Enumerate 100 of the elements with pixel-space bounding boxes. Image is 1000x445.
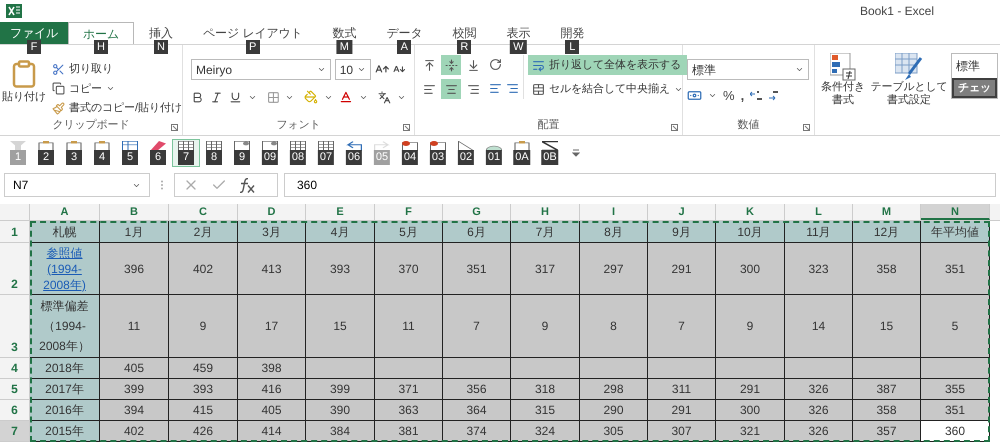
table-cell[interactable]: 381 bbox=[375, 421, 443, 442]
table-cell[interactable]: 393 bbox=[169, 379, 238, 400]
column-header[interactable]: L bbox=[785, 204, 853, 220]
table-cell[interactable] bbox=[921, 358, 990, 379]
column-header[interactable]: I bbox=[580, 204, 648, 220]
table-cell[interactable]: 390 bbox=[306, 400, 375, 421]
table-cell[interactable]: 標準偏差（1994-2008年） bbox=[30, 295, 100, 358]
table-cell[interactable]: 11 bbox=[375, 295, 443, 358]
table-cell[interactable]: 298 bbox=[580, 379, 648, 400]
table-cell[interactable]: 14 bbox=[785, 295, 853, 358]
table-cell[interactable]: 12月 bbox=[853, 221, 921, 243]
font-color-icon[interactable] bbox=[339, 90, 354, 104]
row-header[interactable]: 3 bbox=[0, 295, 30, 358]
table-cell[interactable]: 6月 bbox=[443, 221, 511, 243]
table-cell[interactable]: 307 bbox=[648, 421, 716, 442]
table-cell[interactable]: 7月 bbox=[511, 221, 580, 243]
table-cell[interactable]: 9月 bbox=[648, 221, 716, 243]
table-cell[interactable]: 9 bbox=[511, 295, 580, 358]
table-cell[interactable]: 405 bbox=[100, 358, 169, 379]
copy-button[interactable]: コピー bbox=[52, 80, 182, 97]
column-header[interactable]: A bbox=[30, 204, 100, 220]
table-cell[interactable]: 351 bbox=[443, 243, 511, 295]
table-cell[interactable]: 7 bbox=[443, 295, 511, 358]
number-format-field[interactable]: 標準 bbox=[687, 59, 809, 80]
borders-icon[interactable] bbox=[266, 90, 280, 104]
table-cell[interactable]: 290 bbox=[580, 400, 648, 421]
table-cell[interactable]: 351 bbox=[921, 400, 990, 421]
align-middle-icon[interactable] bbox=[441, 55, 461, 75]
column-header[interactable]: E bbox=[306, 204, 375, 220]
table-cell[interactable]: 351 bbox=[921, 243, 990, 295]
increase-decimal-icon[interactable] bbox=[750, 90, 762, 101]
table-cell[interactable]: 291 bbox=[648, 400, 716, 421]
function-icon[interactable] bbox=[239, 178, 255, 192]
table-cell[interactable]: 426 bbox=[169, 421, 238, 442]
table-cell[interactable]: 年平均値 bbox=[921, 221, 990, 243]
table-cell[interactable]: 311 bbox=[648, 379, 716, 400]
table-cell[interactable]: 402 bbox=[100, 421, 169, 442]
increase-indent-icon[interactable] bbox=[506, 82, 519, 95]
wrap-text-button[interactable]: 折り返して全体を表示する bbox=[528, 55, 687, 75]
table-cell[interactable]: 355 bbox=[921, 379, 990, 400]
underline-icon[interactable] bbox=[228, 90, 242, 104]
table-cell[interactable]: 7 bbox=[648, 295, 716, 358]
table-cell[interactable]: 399 bbox=[100, 379, 169, 400]
table-cell[interactable]: 357 bbox=[853, 421, 921, 442]
table-cell[interactable]: 396 bbox=[100, 243, 169, 295]
paste-button[interactable]: 貼り付け bbox=[4, 59, 44, 116]
font-size-field[interactable]: 10 bbox=[334, 59, 371, 80]
table-cell[interactable]: 459 bbox=[169, 358, 238, 379]
column-header[interactable]: J bbox=[648, 204, 716, 220]
dialog-launcher-icon[interactable] bbox=[671, 124, 678, 131]
table-cell[interactable]: 300 bbox=[716, 400, 785, 421]
table-cell[interactable]: 8 bbox=[580, 295, 648, 358]
table-cell[interactable]: 291 bbox=[648, 243, 716, 295]
percent-button[interactable]: % bbox=[723, 86, 735, 106]
table-cell[interactable] bbox=[511, 358, 580, 379]
decrease-decimal-icon[interactable] bbox=[768, 90, 780, 101]
table-cell[interactable] bbox=[785, 358, 853, 379]
table-cell[interactable] bbox=[306, 358, 375, 379]
column-header[interactable]: K bbox=[716, 204, 785, 220]
table-cell[interactable] bbox=[648, 358, 716, 379]
comma-button[interactable]: , bbox=[740, 86, 744, 106]
table-cell[interactable]: 393 bbox=[306, 243, 375, 295]
active-cell[interactable]: 360 bbox=[921, 421, 990, 442]
table-cell[interactable]: 11月 bbox=[785, 221, 853, 243]
table-cell[interactable]: 363 bbox=[375, 400, 443, 421]
format-painter-button[interactable]: 書式のコピー/貼り付け bbox=[52, 100, 182, 116]
table-cell[interactable]: 5 bbox=[921, 295, 990, 358]
row-header[interactable]: 2 bbox=[0, 243, 30, 295]
table-cell[interactable] bbox=[580, 358, 648, 379]
dialog-launcher-icon[interactable] bbox=[171, 124, 178, 131]
format-as-table-button[interactable]: テーブルとして書式設定 bbox=[869, 53, 949, 107]
table-cell[interactable]: 9 bbox=[716, 295, 785, 358]
table-cell[interactable]: 318 bbox=[511, 379, 580, 400]
row-header[interactable]: 6 bbox=[0, 400, 30, 421]
table-cell[interactable]: 2018年 bbox=[30, 358, 100, 379]
table-cell[interactable] bbox=[375, 358, 443, 379]
column-header[interactable]: F bbox=[375, 204, 443, 220]
table-cell[interactable]: 3月 bbox=[238, 221, 306, 243]
table-cell[interactable]: 8月 bbox=[580, 221, 648, 243]
table-cell[interactable]: 370 bbox=[375, 243, 443, 295]
italic-icon[interactable] bbox=[210, 90, 223, 104]
table-cell[interactable]: 17 bbox=[238, 295, 306, 358]
bold-icon[interactable] bbox=[191, 90, 204, 104]
formula-field[interactable]: 360 bbox=[284, 173, 996, 197]
table-cell[interactable]: 415 bbox=[169, 400, 238, 421]
row-header[interactable]: 1 bbox=[0, 221, 30, 243]
row-header[interactable]: 5 bbox=[0, 379, 30, 400]
table-cell[interactable] bbox=[853, 358, 921, 379]
column-header[interactable]: N bbox=[921, 204, 990, 220]
column-header[interactable]: D bbox=[238, 204, 306, 220]
table-cell[interactable]: 15 bbox=[306, 295, 375, 358]
row-header[interactable]: 7 bbox=[0, 421, 30, 442]
table-cell[interactable]: 384 bbox=[306, 421, 375, 442]
cut-button[interactable]: 切り取り bbox=[52, 61, 182, 78]
decrease-indent-icon[interactable] bbox=[489, 82, 502, 95]
table-cell[interactable]: 11 bbox=[100, 295, 169, 358]
dialog-launcher-icon[interactable] bbox=[803, 124, 810, 131]
table-cell[interactable]: 2017年 bbox=[30, 379, 100, 400]
table-cell[interactable]: 297 bbox=[580, 243, 648, 295]
orientation-icon[interactable] bbox=[489, 58, 502, 71]
